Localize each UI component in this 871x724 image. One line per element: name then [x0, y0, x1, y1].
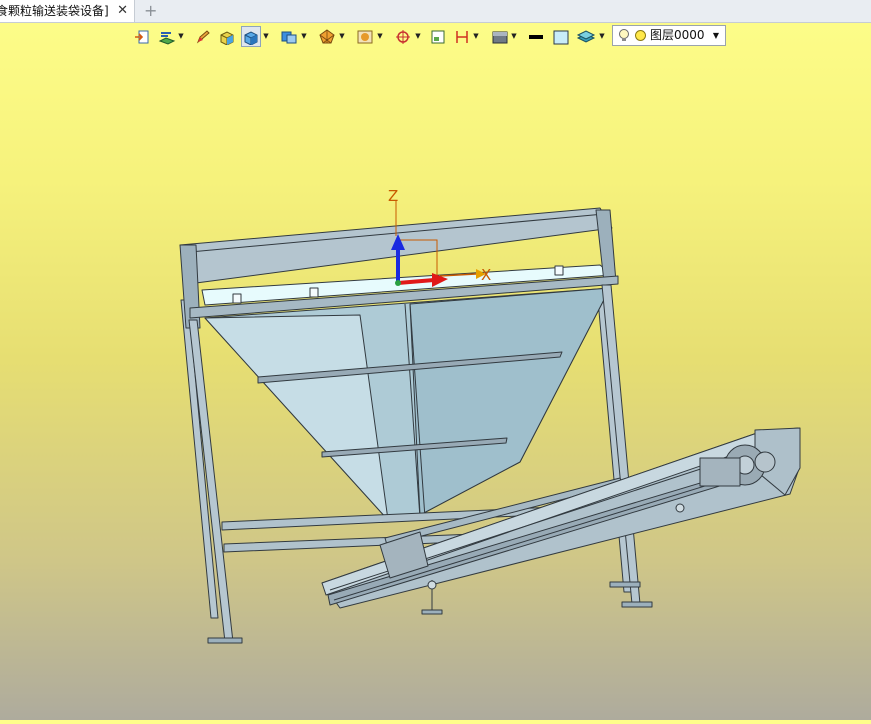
document-tab-title: 食颗粒输送装袋设备]	[0, 4, 109, 18]
axis-z-label: Z	[388, 187, 398, 205]
conveyor-bagging-model: Z X	[179, 187, 801, 644]
document-tab[interactable]: 食颗粒输送装袋设备] ✕	[0, 0, 135, 22]
new-tab-button[interactable]: +	[144, 0, 157, 22]
3d-viewport[interactable]: Z X	[0, 23, 871, 720]
tab-bar: 食颗粒输送装袋设备] ✕ +	[0, 0, 871, 23]
close-tab-icon[interactable]: ✕	[117, 0, 128, 22]
axis-x-label: X	[481, 266, 491, 284]
